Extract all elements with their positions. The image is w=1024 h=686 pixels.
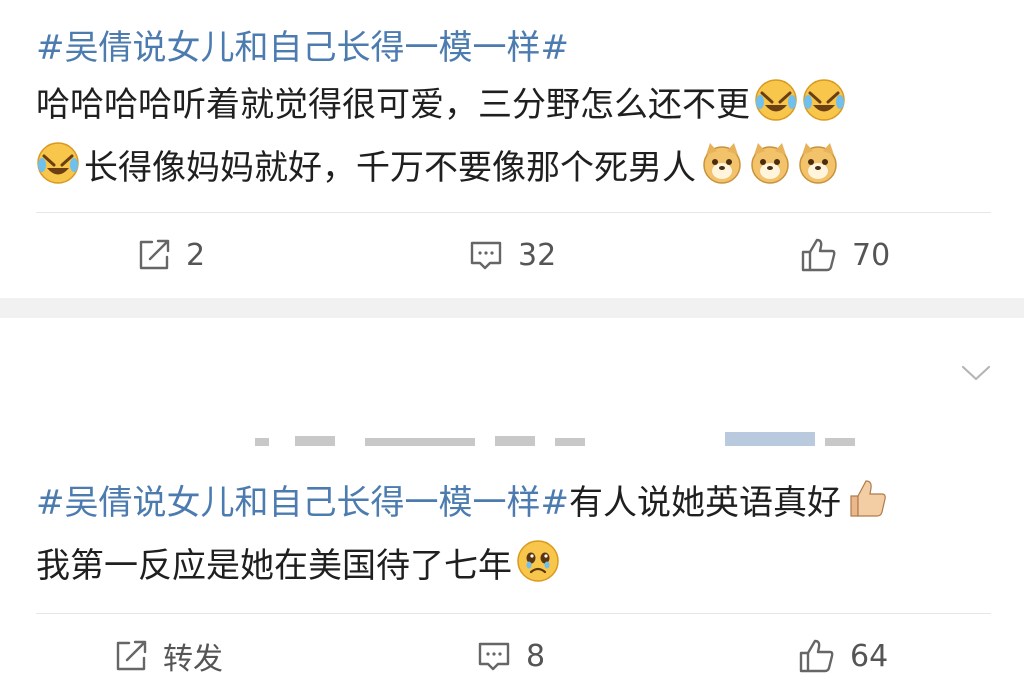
repost-icon <box>113 638 149 674</box>
like-count: 64 <box>850 638 889 674</box>
post-2: #吴倩说女儿和自己长得一模一样#有人说她英语真好 我第一反应是她在美国待了七年 … <box>0 318 1024 677</box>
post-1-text: #吴倩说女儿和自己长得一模一样# 哈哈哈哈听着就觉得很可爱，三分野怎么还不更 长… <box>36 20 996 203</box>
repost-label: 转发 <box>163 642 223 677</box>
comment-icon <box>468 237 504 273</box>
post-1-action-bar: 2 32 70 <box>0 225 1024 285</box>
post-2-line-1: #吴倩说女儿和自己长得一模一样#有人说她英语真好 <box>36 475 996 538</box>
laugh-cry-emoji <box>36 141 80 203</box>
laugh-cry-emoji <box>754 78 798 140</box>
post-1-line-hashtag: #吴倩说女儿和自己长得一模一样# <box>36 20 996 77</box>
like-button[interactable]: 64 <box>798 626 888 686</box>
comment-icon <box>476 638 512 674</box>
hashtag-link[interactable]: #吴倩说女儿和自己长得一模一样# <box>36 28 569 68</box>
post-2-line-2: 我第一反应是她在美国待了七年 <box>36 538 996 601</box>
comment-count: 8 <box>526 638 546 674</box>
thumbs-up-icon <box>800 236 838 274</box>
post-1-divider <box>36 212 991 213</box>
comment-count: 32 <box>518 237 557 273</box>
like-count: 70 <box>852 237 891 273</box>
doge-emoji <box>796 141 840 203</box>
teary-emoji <box>516 539 560 601</box>
repost-button[interactable]: 转发 <box>113 626 223 686</box>
repost-button[interactable]: 2 <box>136 225 205 285</box>
post-2-text: #吴倩说女儿和自己长得一模一样#有人说她英语真好 我第一反应是她在美国待了七年 <box>36 475 996 601</box>
post-2-action-bar: 转发 8 64 <box>0 626 1024 686</box>
post-2-text-line1: 有人说她英语真好 <box>568 483 841 523</box>
laugh-cry-emoji <box>802 78 846 140</box>
post-separator <box>0 298 1024 318</box>
doge-emoji <box>700 141 744 203</box>
post-1-text-line1: 哈哈哈哈听着就觉得很可爱，三分野怎么还不更 <box>36 85 750 125</box>
comment-button[interactable]: 8 <box>476 626 545 686</box>
thumbs-up-icon <box>798 637 836 675</box>
post-2-divider <box>36 613 991 614</box>
repost-count: 2 <box>186 237 206 273</box>
post-2-text-line2: 我第一反应是她在美国待了七年 <box>36 546 512 586</box>
post-1-text-line2: 长得像妈妈就好，千万不要像那个死男人 <box>84 148 696 188</box>
like-button[interactable]: 70 <box>800 225 890 285</box>
post-1: #吴倩说女儿和自己长得一模一样# 哈哈哈哈听着就觉得很可爱，三分野怎么还不更 长… <box>0 0 1024 298</box>
comment-button[interactable]: 32 <box>468 225 556 285</box>
chevron-down-icon[interactable] <box>960 363 992 387</box>
post-1-line-1: 哈哈哈哈听着就觉得很可爱，三分野怎么还不更 <box>36 77 996 140</box>
hashtag-link[interactable]: #吴倩说女儿和自己长得一模一样# <box>36 483 569 523</box>
post-1-line-2: 长得像妈妈就好，千万不要像那个死男人 <box>36 140 996 203</box>
doge-emoji <box>748 141 792 203</box>
clipped-text-fragment <box>255 420 875 446</box>
repost-icon <box>136 237 172 273</box>
thumbs-up-emoji <box>845 476 889 538</box>
